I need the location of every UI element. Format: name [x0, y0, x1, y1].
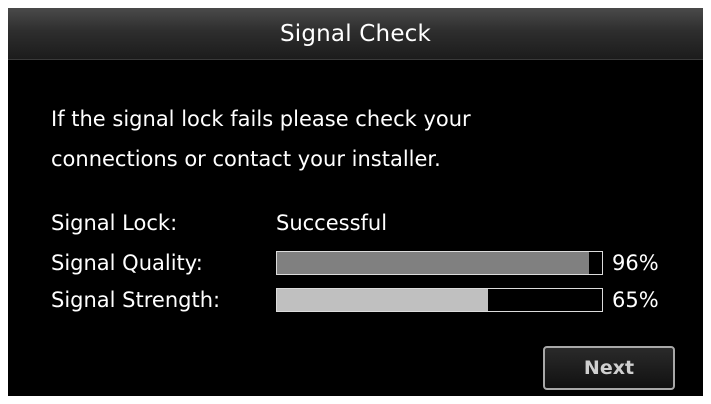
signal-strength-bar [276, 288, 603, 312]
signal-strength-percent: 65% [612, 288, 659, 312]
instruction-line-2: connections or contact your installer. [51, 147, 441, 171]
dialog-title: Signal Check [279, 20, 432, 47]
signal-quality-bar-fill [277, 252, 589, 274]
signal-strength-row: Signal Strength: 65% [51, 287, 691, 313]
signal-strength-label: Signal Strength: [51, 288, 221, 312]
signal-lock-row: Signal Lock: Successful [51, 210, 691, 236]
signal-lock-label: Signal Lock: [51, 211, 178, 235]
signal-strength-bar-fill [277, 289, 489, 311]
signal-quality-row: Signal Quality: 96% [51, 250, 691, 276]
dialog-title-bar: Signal Check [8, 8, 703, 60]
signal-check-dialog: Signal Check If the signal lock fails pl… [8, 8, 703, 396]
signal-lock-status: Successful [276, 211, 388, 235]
signal-quality-bar [276, 251, 603, 275]
instruction-message: If the signal lock fails please check yo… [51, 99, 611, 179]
signal-quality-label: Signal Quality: [51, 251, 203, 275]
signal-quality-percent: 96% [612, 251, 659, 275]
instruction-line-1: If the signal lock fails please check yo… [51, 107, 471, 131]
next-button[interactable]: Next [543, 346, 675, 390]
